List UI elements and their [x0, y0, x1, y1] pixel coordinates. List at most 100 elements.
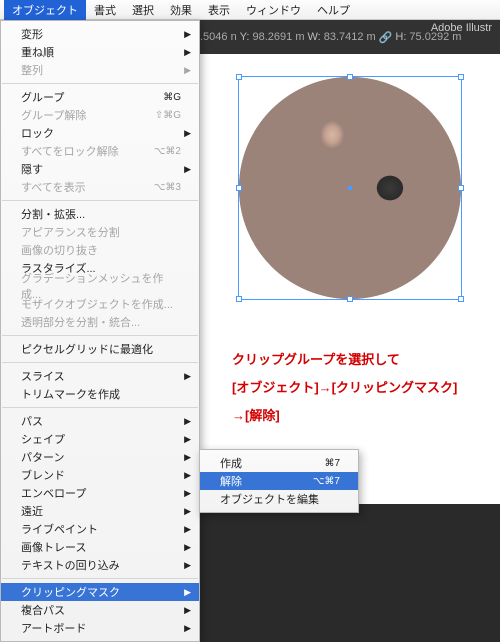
menu-separator [2, 200, 198, 201]
submenu-item[interactable]: 解除 ⌥⌘7 [200, 472, 358, 490]
menu-item-label: トリムマークを作成 [21, 386, 120, 402]
menu-item-label: グループ [21, 89, 64, 105]
w-value[interactable]: 83.7412 m [324, 31, 376, 43]
menu-item-label: 隠す [21, 161, 43, 177]
handle-tr[interactable] [458, 74, 464, 80]
chevron-right-icon: ▶ [184, 542, 191, 553]
menu-item-label: ブレンド [21, 467, 65, 483]
menubar-item-effect[interactable]: 効果 [162, 0, 200, 20]
chevron-right-icon: ▶ [184, 488, 191, 499]
submenu-item-label: 作成 [220, 455, 242, 471]
handle-bl[interactable] [236, 296, 242, 302]
menu-item-label: 複合パス [21, 602, 65, 618]
object-menu: 変形▶重ね順▶整列▶グループ⌘Gグループ解除⇧⌘Gロック▶すべてをロック解除⌥⌘… [0, 20, 200, 642]
chevron-right-icon: ▶ [184, 47, 191, 58]
menu-item[interactable]: アートボード▶ [1, 619, 199, 637]
chevron-right-icon: ▶ [184, 416, 191, 427]
menu-item: すべてを表示⌥⌘3 [1, 178, 199, 196]
menu-item[interactable]: 複合パス▶ [1, 601, 199, 619]
menu-item[interactable]: 変形 ▶ [1, 25, 199, 43]
menu-item[interactable]: パス▶ [1, 412, 199, 430]
menu-item-label: すべてをロック解除 [21, 143, 119, 159]
chevron-right-icon: ▶ [184, 470, 191, 481]
menu-item[interactable]: スライス▶ [1, 367, 199, 385]
menubar-item-window[interactable]: ウィンドウ [238, 0, 309, 20]
menu-item[interactable]: 遠近 ▶ [1, 502, 199, 520]
menu-item-label: モザイクオブジェクトを作成... [21, 296, 173, 312]
menu-item-label: グループ解除 [21, 107, 86, 123]
submenu-item[interactable]: 作成⌘7 [200, 454, 358, 472]
handle-ml[interactable] [236, 185, 242, 191]
y-label: Y: [240, 31, 250, 43]
handle-mr[interactable] [458, 185, 464, 191]
y-value[interactable]: 98.2691 m [253, 31, 305, 43]
menu-item-label: エンベロープ [21, 485, 86, 501]
menubar-item-select[interactable]: 選択 [124, 0, 162, 20]
menu-item[interactable]: ピクセルグリッドに最適化 [1, 340, 199, 358]
menu-item[interactable]: エンベロープ ▶ [1, 484, 199, 502]
menu-item[interactable]: ライブペイント▶ [1, 520, 199, 538]
menu-separator [2, 83, 198, 84]
menu-item-label: 変形 [21, 26, 43, 42]
menu-item[interactable]: グループ⌘G [1, 88, 199, 106]
menu-item[interactable]: クリッピングマスク▶ [1, 583, 199, 601]
menu-separator [2, 578, 198, 579]
chevron-right-icon: ▶ [184, 371, 191, 382]
menu-item-label: 重ね順 [21, 44, 54, 60]
annotation-line1: クリップグループを選択して [232, 348, 400, 373]
selected-object[interactable] [238, 76, 462, 300]
chevron-right-icon: ▶ [184, 29, 191, 40]
menubar-item-help[interactable]: ヘルプ [309, 0, 358, 20]
handle-br[interactable] [458, 296, 464, 302]
menu-item[interactable]: シェイプ ▶ [1, 430, 199, 448]
h-label: H: [395, 31, 406, 43]
submenu-shortcut: ⌥⌘7 [313, 476, 340, 487]
menu-item[interactable]: 重ね順 ▶ [1, 43, 199, 61]
canvas-area[interactable] [200, 54, 500, 504]
submenu-item-label: オブジェクトを編集 [220, 491, 319, 507]
menu-item-label: ピクセルグリッドに最適化 [21, 341, 153, 357]
chevron-right-icon: ▶ [184, 560, 191, 571]
menu-item-label: 透明部分を分割・統合... [21, 314, 140, 330]
menu-separator [2, 335, 198, 336]
menu-item[interactable]: 画像トレース ▶ [1, 538, 199, 556]
menubar-item-object[interactable]: オブジェクト [4, 0, 86, 20]
menu-item-label: パターン [21, 449, 64, 465]
menubar: オブジェクト 書式 選択 効果 表示 ウィンドウ ヘルプ [0, 0, 500, 20]
menubar-item-view[interactable]: 表示 [200, 0, 238, 20]
menu-item: 透明部分を分割・統合... [1, 313, 199, 331]
menu-item[interactable]: 分割・拡張... [1, 205, 199, 223]
w-label: W: [307, 31, 320, 43]
menu-item: すべてをロック解除⌥⌘2 [1, 142, 199, 160]
menu-item-label: 遠近 [21, 503, 43, 519]
menu-item[interactable]: トリムマークを作成 [1, 385, 199, 403]
menu-item[interactable]: ブレンド ▶ [1, 466, 199, 484]
clipping-mask-submenu: 作成⌘7解除 ⌥⌘7 オブジェクトを編集 [199, 449, 359, 513]
menu-item-label: 整列 [21, 62, 43, 78]
menu-item[interactable]: テキストの回り込み ▶ [1, 556, 199, 574]
chevron-right-icon: ▶ [184, 434, 191, 445]
chevron-right-icon: ▶ [184, 587, 191, 598]
submenu-item-label: 解除 [220, 473, 242, 489]
annotation-line2: [オブジェクト]→[クリッピングマスク] [232, 376, 457, 401]
link-icon[interactable]: 🔗 [379, 31, 393, 44]
menu-item[interactable]: 隠す▶ [1, 160, 199, 178]
menu-item[interactable]: パターン ▶ [1, 448, 199, 466]
menu-item-label: 画像トレース [21, 539, 86, 555]
handle-tm[interactable] [347, 74, 353, 80]
menu-item[interactable]: ロック▶ [1, 124, 199, 142]
app-title: Adobe Illustr [431, 22, 492, 34]
submenu-item[interactable]: オブジェクトを編集 [200, 490, 358, 508]
menubar-item-format[interactable]: 書式 [86, 0, 124, 20]
handle-tl[interactable] [236, 74, 242, 80]
chevron-right-icon: ▶ [184, 452, 191, 463]
menu-item-label: 分割・拡張... [21, 206, 85, 222]
menu-item-label: すべてを表示 [21, 179, 86, 195]
menu-item-label: シェイプ [21, 431, 65, 447]
chevron-right-icon: ▶ [184, 506, 191, 517]
menu-separator [2, 362, 198, 363]
menu-item-label: ライブペイント [21, 521, 98, 537]
x-value[interactable]: .5046 n [200, 31, 237, 43]
menu-item-label: テキストの回り込み [21, 557, 120, 573]
handle-bm[interactable] [347, 296, 353, 302]
